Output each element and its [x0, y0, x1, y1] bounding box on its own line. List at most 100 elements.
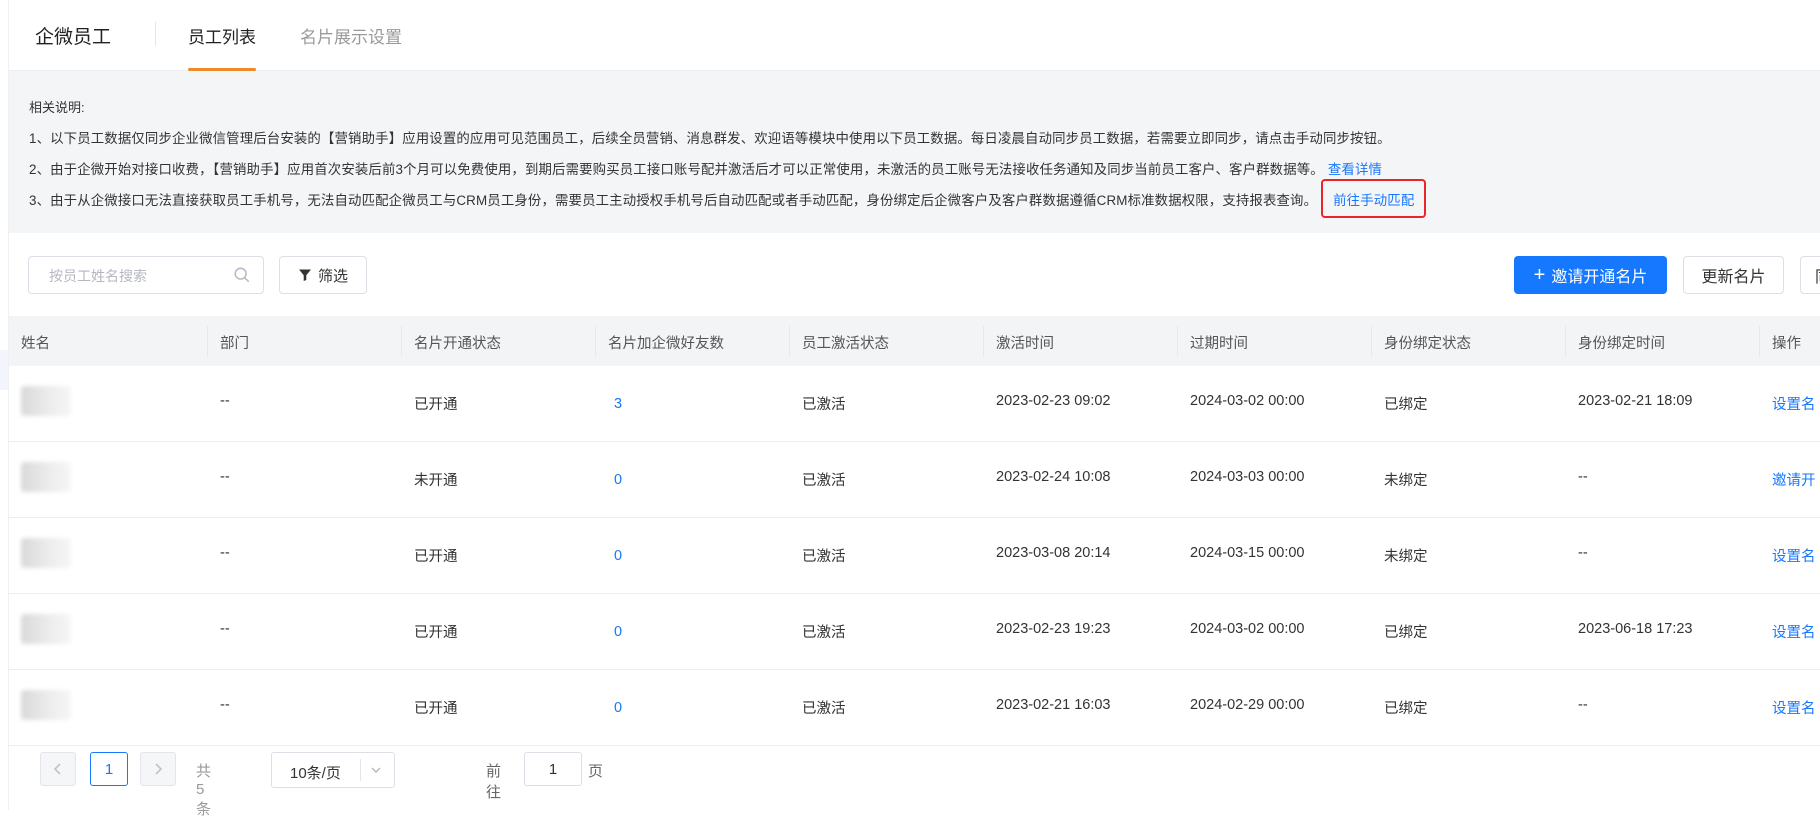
table-row: -- 已开通 0 已激活 2023-02-21 16:03 2024-02-29…: [9, 670, 1820, 746]
update-card-button[interactable]: 更新名片: [1683, 256, 1784, 294]
cell-bind-time: --: [1578, 697, 1588, 713]
cell-bind-time: --: [1578, 545, 1588, 561]
col-name: 姓名: [21, 336, 50, 352]
cell-activation-status: 已激活: [802, 397, 846, 413]
tab-employee-list[interactable]: 员工列表: [188, 23, 256, 71]
search-icon[interactable]: [233, 266, 251, 284]
plus-icon: +: [1533, 264, 1546, 286]
table-row: -- 未开通 0 已激活 2023-02-24 10:08 2024-03-03…: [9, 442, 1820, 518]
col-divider: [983, 326, 984, 356]
cell-friend-count[interactable]: 0: [614, 624, 622, 640]
cell-department: --: [220, 621, 230, 637]
cell-card-status: 已开通: [414, 625, 458, 641]
table-row: -- 已开通 0 已激活 2023-03-08 20:14 2024-03-15…: [9, 518, 1820, 594]
cell-activated-time: 2023-02-23 09:02: [996, 393, 1111, 409]
manual-match-link[interactable]: 前往手动匹配: [1333, 193, 1414, 208]
cell-activated-time: 2023-03-08 20:14: [996, 545, 1111, 561]
cell-expire-time: 2024-03-02 00:00: [1190, 393, 1305, 409]
tab-card-display-settings[interactable]: 名片展示设置: [300, 23, 402, 48]
cell-activated-time: 2023-02-23 19:23: [996, 621, 1111, 637]
blurred-name: [21, 538, 71, 568]
notice-panel: 相关说明: 1、以下员工数据仅同步企业微信管理后台安装的【营销助手】应用设置的应…: [9, 71, 1820, 233]
row-action-link[interactable]: 邀请开: [1772, 469, 1816, 490]
notice-line-1: 1、以下员工数据仅同步企业微信管理后台安装的【营销助手】应用设置的应用可见范围员…: [29, 131, 1391, 146]
cell-friend-count[interactable]: 0: [614, 548, 622, 564]
chevron-left-icon: [53, 763, 61, 775]
cell-department: --: [220, 469, 230, 485]
col-bind-status: 身份绑定状态: [1384, 336, 1471, 352]
cell-expire-time: 2024-03-03 00:00: [1190, 469, 1305, 485]
cell-expire-time: 2024-03-02 00:00: [1190, 621, 1305, 637]
cell-department: --: [220, 393, 230, 409]
row-action-link[interactable]: 设置名: [1772, 697, 1816, 718]
cell-activation-status: 已激活: [802, 701, 846, 717]
search-box: [28, 256, 264, 294]
cell-activation-status: 已激活: [802, 473, 846, 489]
cell-friend-count[interactable]: 0: [614, 472, 622, 488]
employee-table: 姓名 部门 名片开通状态 名片加企微好友数 员工激活状态 激活时间 过期时间 身…: [9, 316, 1820, 746]
col-divider: [595, 326, 596, 356]
col-activated-time: 激活时间: [996, 336, 1054, 352]
notice-line-3: 3、由于从企微接口无法直接获取员工手机号，无法自动匹配企微员工与CRM员工身份，…: [29, 179, 1427, 218]
left-edge: [0, 0, 9, 810]
page-number[interactable]: 1: [90, 752, 128, 786]
nav-divider: [155, 22, 156, 46]
cell-card-status: 未开通: [414, 473, 458, 489]
cell-bind-time: 2023-06-18 17:23: [1578, 621, 1693, 637]
cell-activation-status: 已激活: [802, 625, 846, 641]
filter-icon: [298, 269, 311, 281]
blurred-name: [21, 690, 71, 720]
col-expire-time: 过期时间: [1190, 336, 1248, 352]
view-details-link[interactable]: 查看详情: [1328, 162, 1382, 177]
cell-friend-count[interactable]: 3: [614, 396, 622, 412]
highlight-box: 前往手动匹配: [1321, 179, 1427, 218]
cell-department: --: [220, 545, 230, 561]
col-activation-status: 员工激活状态: [802, 336, 889, 352]
page-size-value: 10条/页: [290, 765, 341, 782]
row-action-link[interactable]: 设置名: [1772, 393, 1816, 414]
invite-card-button[interactable]: + 邀请开通名片: [1514, 256, 1667, 294]
col-divider: [1759, 326, 1760, 356]
blurred-name: [21, 462, 71, 492]
col-divider: [207, 326, 208, 356]
cell-bind-time: 2023-02-21 18:09: [1578, 393, 1693, 409]
cell-friend-count[interactable]: 0: [614, 700, 622, 716]
blurred-name: [21, 614, 71, 644]
row-action-link[interactable]: 设置名: [1772, 545, 1816, 566]
col-card-status: 名片开通状态: [414, 336, 501, 352]
notice-line-2: 2、由于企微开始对接口收费，【营销助手】应用首次安装后前3个月可以免费使用，到期…: [29, 162, 1383, 177]
page-title: 企微员工: [35, 27, 112, 48]
cell-activation-status: 已激活: [802, 549, 846, 565]
col-divider: [789, 326, 790, 356]
cell-card-status: 已开通: [414, 397, 458, 413]
col-divider: [1371, 326, 1372, 356]
cell-bind-status: 已绑定: [1384, 625, 1428, 641]
cell-bind-status: 已绑定: [1384, 701, 1428, 717]
cell-department: --: [220, 697, 230, 713]
next-page-button[interactable]: [140, 752, 176, 786]
search-input[interactable]: [47, 267, 231, 285]
select-divider: [360, 759, 361, 781]
filter-button[interactable]: 筛选: [279, 256, 367, 294]
col-department: 部门: [220, 336, 249, 352]
cell-expire-time: 2024-03-15 00:00: [1190, 545, 1305, 561]
page-size-select[interactable]: 10条/页: [271, 752, 395, 788]
blurred-name: [21, 386, 71, 416]
edge-marker: [0, 350, 8, 390]
cell-expire-time: 2024-02-29 00:00: [1190, 697, 1305, 713]
col-bind-time: 身份绑定时间: [1578, 336, 1665, 352]
col-action: 操作: [1772, 336, 1801, 352]
chevron-down-icon: [371, 767, 381, 773]
cell-bind-status: 未绑定: [1384, 549, 1428, 565]
row-action-link[interactable]: 设置名: [1772, 621, 1816, 642]
table-row: -- 已开通 0 已激活 2023-02-23 19:23 2024-03-02…: [9, 594, 1820, 670]
cell-bind-status: 未绑定: [1384, 473, 1428, 489]
cell-activated-time: 2023-02-21 16:03: [996, 697, 1111, 713]
total-count: 共 5 条: [196, 763, 212, 818]
top-nav: 企微员工 员工列表 名片展示设置: [9, 0, 1820, 71]
sync-button[interactable]: 同: [1800, 256, 1820, 294]
cell-bind-time: --: [1578, 469, 1588, 485]
goto-page-input[interactable]: [524, 752, 582, 786]
notice-title: 相关说明:: [29, 100, 85, 115]
prev-page-button[interactable]: [40, 752, 76, 786]
